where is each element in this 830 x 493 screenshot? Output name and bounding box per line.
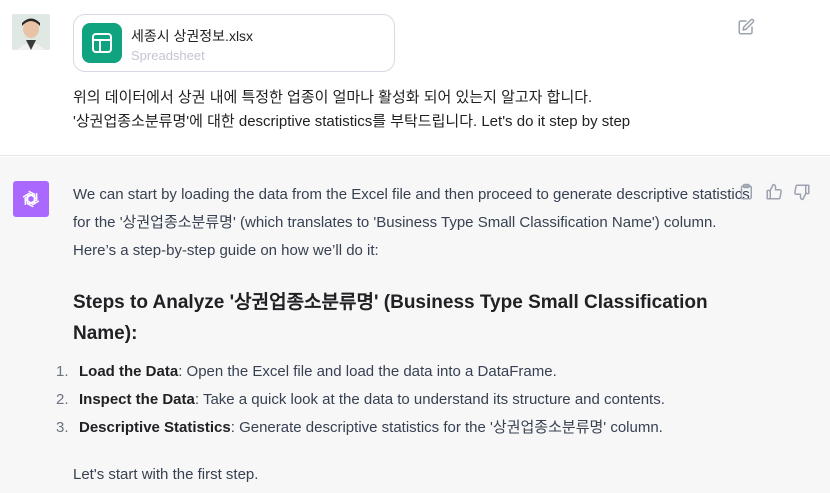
spreadsheet-icon [82,23,122,63]
attachment-card[interactable]: 세종시 상권정보.xlsx Spreadsheet [73,14,395,72]
thumbs-up-icon[interactable] [765,183,783,201]
user-message-row: 세종시 상권정보.xlsx Spreadsheet 위의 데이터에서 상권 내에… [0,0,830,156]
step-text: : Take a quick look at the data to under… [194,391,665,408]
user-message-text: 위의 데이터에서 상권 내에 특정한 업종이 얼마나 활성화 되어 있는지 알고… [73,86,630,134]
user-message-line: 위의 데이터에서 상권 내에 특정한 업종이 얼마나 활성화 되어 있는지 알고… [73,89,593,106]
thumbs-down-icon[interactable] [793,183,811,201]
user-avatar [12,14,50,50]
list-item: 3. Descriptive Statistics: Generate descr… [56,414,753,442]
list-item: 2. Inspect the Data: Take a quick look at… [56,386,753,414]
step-title: Load the Data [79,363,179,380]
step-text: : Generate descriptive statistics for th… [230,419,663,436]
list-item: 1. Load the Data: Open the Excel file and… [56,358,753,386]
assistant-outro: Let's start with the first step. [73,466,259,483]
message-actions [737,183,811,201]
clipboard-icon[interactable] [737,183,755,201]
assistant-heading: Steps to Analyze '상권업종소분류명' (Business Ty… [73,292,708,344]
assistant-message-content: We can start by loading the data from th… [56,181,753,489]
step-number: 1. [56,363,69,380]
attachment-type: Spreadsheet [131,48,205,63]
assistant-intro: We can start by loading the data from th… [73,186,750,259]
step-title: Inspect the Data [79,391,195,408]
assistant-message-row: We can start by loading the data from th… [0,157,830,493]
step-number: 2. [56,391,69,408]
steps-list: 1. Load the Data: Open the Excel file and… [56,358,753,442]
step-number: 3. [56,419,69,436]
user-message-line: '상권업종소분류명'에 대한 descriptive statistics를 부… [73,113,631,130]
edit-icon[interactable] [737,18,755,36]
attachment-filename: 세종시 상권정보.xlsx [131,28,254,44]
step-text: : Open the Excel file and load the data … [178,363,557,380]
openai-logo-icon [13,181,49,217]
step-title: Descriptive Statistics [79,419,231,436]
